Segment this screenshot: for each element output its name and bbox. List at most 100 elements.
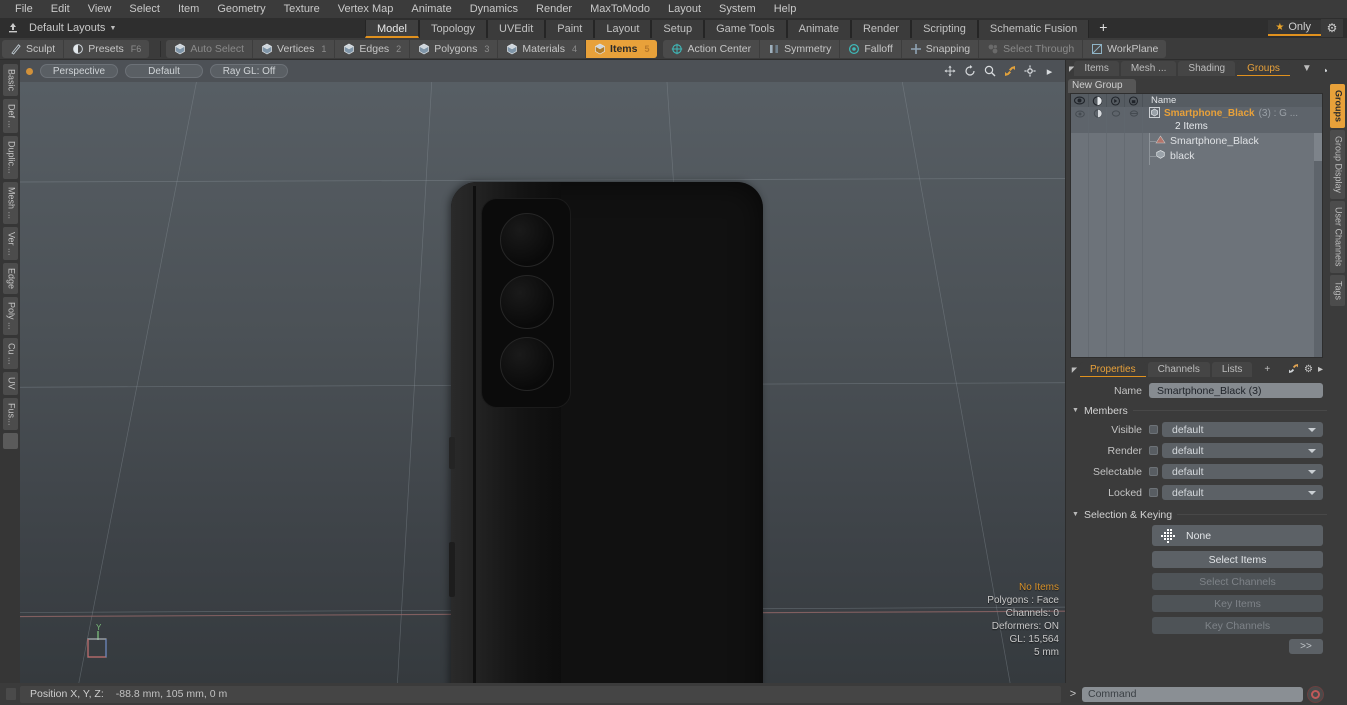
3d-viewport[interactable]: No Items Polygons : Face Channels: 0 Def… xyxy=(20,82,1065,683)
left-tool-tab-7[interactable]: Cu ... xyxy=(2,337,18,370)
left-tool-tab-9[interactable]: Fus... xyxy=(2,397,18,431)
right-tab-tags[interactable]: Tags xyxy=(1329,274,1345,306)
record-icon[interactable] xyxy=(1307,685,1324,703)
render-icon[interactable] xyxy=(1089,94,1107,107)
expand-icon[interactable] xyxy=(1288,363,1299,377)
groups-list[interactable]: Name Smartphone_Black (3): G ... 2 Item… xyxy=(1070,93,1323,358)
layout-tab-setup[interactable]: Setup xyxy=(651,20,705,38)
row-lock-toggle[interactable] xyxy=(1125,107,1143,120)
left-tool-tab-5[interactable]: Edge xyxy=(2,263,18,295)
left-tool-tab-1[interactable]: Def ... xyxy=(2,99,18,134)
name-field[interactable]: Smartphone_Black (3) xyxy=(1149,383,1323,398)
gear-icon[interactable]: ⚙ xyxy=(1321,19,1343,37)
toolbar-button-auto-select[interactable]: Auto Select xyxy=(166,39,254,58)
gear-icon[interactable]: ⚙ xyxy=(1304,364,1313,375)
toolbar-button-sculpt[interactable]: Sculpt xyxy=(2,39,65,58)
tab-channels[interactable]: Channels xyxy=(1147,362,1210,377)
member-checkbox[interactable] xyxy=(1149,425,1158,434)
menu-item-maxtomodo[interactable]: MaxToModo xyxy=(581,0,659,18)
lock-icon[interactable] xyxy=(1125,94,1143,107)
chevron-right-icon[interactable]: ▸ xyxy=(1043,65,1056,78)
members-section-header[interactable]: ▼ Members xyxy=(1066,403,1327,418)
menu-item-help[interactable]: Help xyxy=(765,0,806,18)
list-item[interactable]: black xyxy=(1071,148,1322,163)
only-toggle-button[interactable]: ★ Only xyxy=(1268,20,1321,36)
row-visible-toggle[interactable] xyxy=(1071,107,1089,120)
toolbar-button-materials[interactable]: Materials 4 xyxy=(498,39,587,58)
move-icon[interactable] xyxy=(943,65,956,78)
layout-tab-uvedit[interactable]: UVEdit xyxy=(487,20,546,38)
menu-item-animate[interactable]: Animate xyxy=(402,0,460,18)
toolbar-button-vertices[interactable]: Vertices 1 xyxy=(253,39,336,58)
layout-preset-area[interactable]: Default Layouts ▼ xyxy=(0,20,365,36)
smartphone-model[interactable] xyxy=(449,182,763,683)
menu-item-view[interactable]: View xyxy=(79,0,121,18)
more-options-button[interactable]: >> xyxy=(1289,639,1323,654)
scrollbar-thumb[interactable] xyxy=(1314,133,1322,161)
member-dropdown-render[interactable]: default xyxy=(1162,443,1323,458)
panel-menu-icon[interactable]: ◤ xyxy=(1069,366,1080,374)
right-tab-group-display[interactable]: Group Display xyxy=(1329,130,1345,200)
tab-add[interactable]: + xyxy=(1254,362,1280,377)
selectable-icon[interactable] xyxy=(1107,94,1125,107)
menu-item-select[interactable]: Select xyxy=(120,0,169,18)
menu-item-texture[interactable]: Texture xyxy=(275,0,329,18)
toolbar-button-select-through[interactable]: Select Through xyxy=(979,39,1084,58)
member-checkbox[interactable] xyxy=(1149,488,1158,497)
maximize-icon[interactable] xyxy=(1003,65,1016,78)
toolbar-button-falloff[interactable]: Falloff xyxy=(840,39,902,58)
button-select-items[interactable]: Select Items xyxy=(1152,551,1323,568)
toolbar-button-symmetry[interactable]: Symmetry xyxy=(760,39,841,58)
member-dropdown-locked[interactable]: default xyxy=(1162,485,1323,500)
layout-tab-model[interactable]: Model xyxy=(365,20,419,38)
gear-icon[interactable] xyxy=(1023,65,1036,78)
right-tab-user-channels[interactable]: User Channels xyxy=(1329,201,1345,273)
zoom-icon[interactable] xyxy=(983,65,996,78)
eye-icon[interactable] xyxy=(1071,94,1089,107)
menu-item-dynamics[interactable]: Dynamics xyxy=(461,0,527,18)
menu-item-item[interactable]: Item xyxy=(169,0,208,18)
groups-list-body[interactable]: Smartphone_Black black xyxy=(1071,133,1322,357)
menu-item-layout[interactable]: Layout xyxy=(659,0,710,18)
command-input[interactable]: Command xyxy=(1082,686,1303,702)
toolbar-button-action-center[interactable]: Action Center xyxy=(663,39,761,58)
left-tool-tab-8[interactable]: UV xyxy=(2,372,18,395)
toolbar-button-workplane[interactable]: WorkPlane xyxy=(1083,40,1166,58)
layout-tab-scripting[interactable]: Scripting xyxy=(911,20,978,38)
viewport-shading-button[interactable]: Default xyxy=(125,64,203,78)
new-group-button[interactable]: New Group xyxy=(1068,79,1136,93)
left-tool-tab-extra[interactable] xyxy=(2,433,18,450)
tab-lists[interactable]: Lists xyxy=(1211,362,1253,377)
row-selectable-toggle[interactable] xyxy=(1107,107,1125,120)
layout-tab-topology[interactable]: Topology xyxy=(418,20,488,38)
left-tool-tab-4[interactable]: Ver ... xyxy=(2,226,18,261)
tab-shading[interactable]: Shading xyxy=(1178,61,1236,76)
left-tool-tab-0[interactable]: Basic xyxy=(2,64,18,97)
menu-item-edit[interactable]: Edit xyxy=(42,0,79,18)
menu-item-geometry[interactable]: Geometry xyxy=(208,0,274,18)
member-checkbox[interactable] xyxy=(1149,446,1158,455)
tab-properties[interactable]: Properties xyxy=(1080,362,1146,377)
right-tab-groups[interactable]: Groups xyxy=(1329,84,1345,129)
layout-tab-layout[interactable]: Layout xyxy=(594,20,652,38)
groups-tab-caret[interactable]: ▼ xyxy=(1292,61,1322,76)
toolbar-button-items[interactable]: Items 5 xyxy=(586,39,658,58)
viewport-projection-button[interactable]: Perspective xyxy=(40,64,118,78)
menu-item-vertex-map[interactable]: Vertex Map xyxy=(329,0,403,18)
toolbar-button-snapping[interactable]: Snapping xyxy=(902,39,980,58)
layout-tab-game-tools[interactable]: Game Tools xyxy=(704,20,787,38)
viewport-raygl-button[interactable]: Ray GL: Off xyxy=(210,64,288,78)
list-item[interactable]: Smartphone_Black xyxy=(1071,133,1322,148)
layout-tab-schematic-fusion[interactable]: Schematic Fusion xyxy=(977,20,1090,38)
table-row[interactable]: Smartphone_Black (3) : G ... xyxy=(1071,106,1322,120)
tab-items[interactable]: Items xyxy=(1074,61,1119,76)
tab-mesh[interactable]: Mesh ... xyxy=(1120,61,1177,76)
toolbar-button-polygons[interactable]: Polygons 3 xyxy=(410,39,499,58)
selection-keying-section-header[interactable]: ▼ Selection & Keying xyxy=(1066,507,1327,522)
member-dropdown-selectable[interactable]: default xyxy=(1162,464,1323,479)
row-render-toggle[interactable] xyxy=(1089,107,1107,120)
toolbar-button-presets[interactable]: Presets F6 xyxy=(64,40,149,58)
left-tool-tab-6[interactable]: Poly ... xyxy=(2,297,18,335)
chevron-right-icon[interactable]: ▸ xyxy=(1318,364,1323,375)
menu-item-file[interactable]: File xyxy=(6,0,42,18)
